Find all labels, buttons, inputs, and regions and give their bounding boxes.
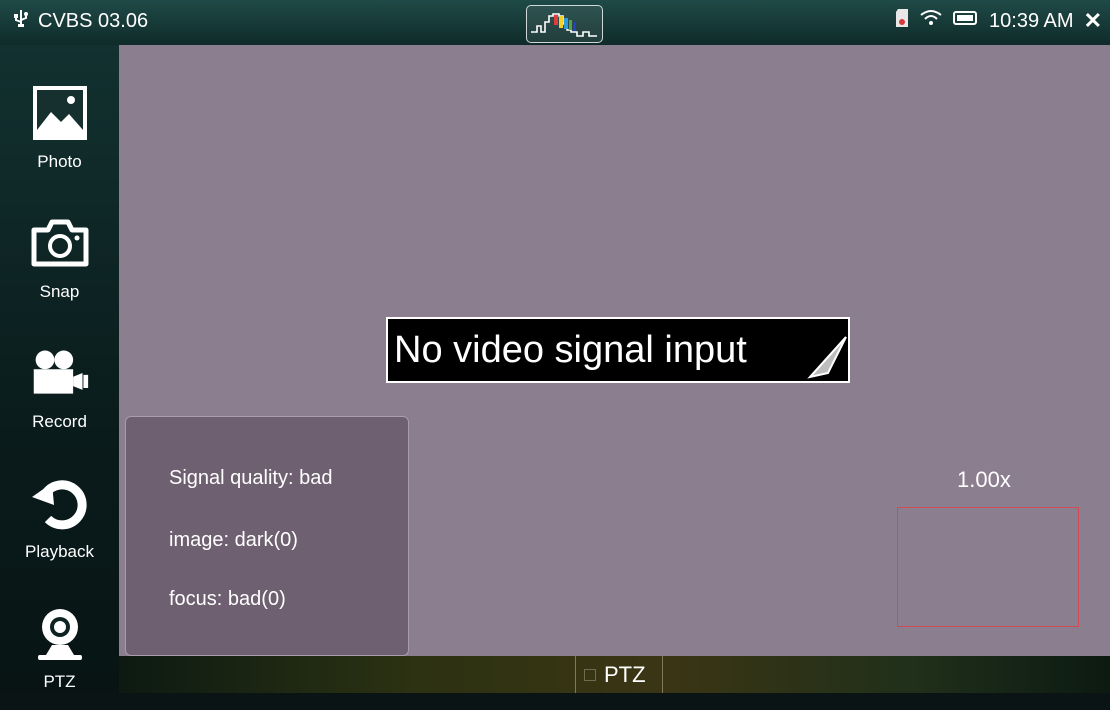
battery-icon (953, 9, 979, 33)
ptz-tab[interactable]: PTZ (575, 656, 663, 693)
image-quality-text: image: dark(0) (169, 529, 298, 551)
sidebar-item-label: PTZ (43, 672, 76, 691)
ptz-checkbox[interactable] (584, 668, 596, 681)
clock: 10:39 AM (989, 9, 1074, 32)
page-curl-icon (807, 336, 847, 379)
status-left: CVBS 03.06 (12, 8, 148, 34)
sidebar-item-photo[interactable]: Photo (0, 70, 119, 190)
sidebar-item-label: Record (32, 412, 87, 431)
no-signal-banner: No video signal input (386, 317, 850, 383)
video-camera-icon (30, 340, 90, 406)
channel-label: CVBS 03.06 (38, 9, 149, 32)
sidebar-item-record[interactable]: Record (0, 330, 119, 450)
ptz-tab-label: PTZ (604, 661, 646, 687)
photo-icon (30, 80, 90, 146)
focus-quality-text: focus: bad(0) (169, 588, 286, 610)
signal-quality-panel: Signal quality: bad image: dark(0) focus… (125, 416, 409, 656)
sidebar-item-ptz[interactable]: PTZ (0, 590, 119, 710)
signal-quality-text: Signal quality: bad (169, 467, 333, 489)
close-icon[interactable]: ✕ (1084, 8, 1102, 34)
zoom-level: 1.00x (957, 467, 1011, 492)
status-bar: CVBS 03.06 10:39 AM ✕ (0, 0, 1110, 45)
video-preview[interactable]: No video signal input Signal quality: ba… (119, 45, 1110, 656)
sd-card-icon (895, 8, 909, 34)
status-right: 10:39 AM ✕ (895, 8, 1102, 34)
sidebar: Photo Snap Record Playback PTZ (0, 45, 119, 693)
bottom-bar: PTZ (119, 656, 1110, 693)
sidebar-item-playback[interactable]: Playback (0, 460, 119, 580)
usb-icon (12, 8, 30, 34)
sidebar-item-label: Playback (25, 542, 94, 561)
no-signal-text: No video signal input (394, 329, 747, 371)
camera-icon (30, 210, 90, 276)
playback-icon (30, 470, 90, 536)
webcam-icon (30, 600, 90, 666)
sidebar-item-label: Photo (37, 152, 82, 171)
sidebar-item-snap[interactable]: Snap (0, 200, 119, 320)
wifi-icon (919, 8, 943, 34)
sidebar-item-label: Snap (39, 282, 80, 301)
waveform-icon[interactable] (526, 5, 603, 43)
zoom-navigator[interactable] (897, 507, 1079, 627)
